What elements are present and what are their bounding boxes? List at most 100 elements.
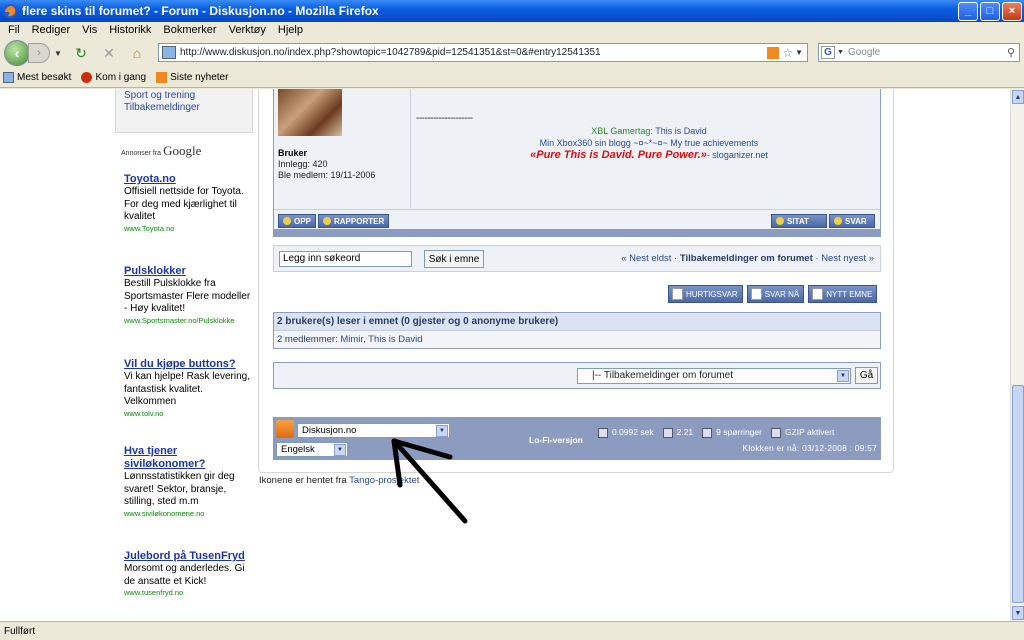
blog-link[interactable]: Min Xbox360 sin blogg ~¤~*~¤~ My true ac… bbox=[416, 137, 882, 149]
go-button[interactable]: Gå bbox=[855, 367, 878, 384]
topic-search-input[interactable]: Legg inn søkeord bbox=[279, 251, 412, 267]
menu-bokmerker[interactable]: Bokmerker bbox=[157, 24, 222, 36]
ad-url[interactable]: www.tolv.no bbox=[124, 409, 254, 419]
menu-historikk[interactable]: Historikk bbox=[103, 24, 157, 36]
menu-hjelp[interactable]: Hjelp bbox=[272, 24, 309, 36]
ad-title-link[interactable]: Julebord på TusenFryd bbox=[124, 550, 254, 563]
bookmark-getting-started[interactable]: Kom i gang bbox=[81, 72, 146, 83]
query-count: 9 spørringer bbox=[702, 427, 762, 438]
sidebar-link-feedback[interactable]: Tilbakemeldinger bbox=[124, 102, 252, 114]
ad-title-link[interactable]: Vil du kjøpe buttons? bbox=[124, 358, 254, 371]
address-bar[interactable]: http://www.diskusjon.no/index.php?showto… bbox=[158, 43, 808, 62]
search-placeholder[interactable]: Google bbox=[848, 47, 1007, 58]
scroll-down-icon[interactable]: ▼ bbox=[1012, 606, 1024, 620]
report-button[interactable]: RAPPORTER bbox=[318, 214, 390, 228]
back-button[interactable]: ‹ bbox=[4, 40, 30, 66]
search-icon[interactable]: ⚲ bbox=[1007, 46, 1015, 59]
forum-jump-row: |-- Tilbakemeldinger om forumet ▼ Gå bbox=[273, 362, 881, 389]
reply-now-button[interactable]: SVAR NÅ bbox=[746, 285, 805, 303]
post-footer: OPP RAPPORTER SITAT SVAR bbox=[274, 209, 880, 229]
ad-url[interactable]: www.Sportsmaster.no/Pulsklokke bbox=[124, 316, 254, 326]
title-bar: flere skins til forumet? - Forum - Disku… bbox=[0, 0, 1024, 22]
menu-bar: Fil Rediger Vis Historikk Bokmerker Verk… bbox=[0, 22, 1024, 38]
engine-dropdown-icon[interactable]: ▼ bbox=[837, 49, 844, 56]
forum-clock: Klokken er nå: 03/12-2008 : 09:57 bbox=[742, 443, 877, 453]
sloganizer-link[interactable]: - sloganizer.net bbox=[707, 150, 768, 160]
ad-description: Lønnsstatistikken gir deg svaret! Sektor… bbox=[124, 471, 235, 507]
server-icon bbox=[662, 427, 673, 438]
forum-link[interactable]: Tilbakemeldinger om forumet bbox=[680, 253, 813, 264]
bookmark-latest-news[interactable]: Siste nyheter bbox=[156, 72, 228, 83]
home-icon[interactable]: ⌂ bbox=[126, 42, 148, 64]
bookmarks-toolbar: Mest besøkt Kom i gang Siste nyheter bbox=[0, 68, 1024, 88]
scroll-up-icon[interactable]: ▲ bbox=[1012, 90, 1024, 104]
bookmark-most-visited[interactable]: Mest besøkt bbox=[3, 72, 71, 83]
topic-actions: HURTIGSVAR SVAR NÅ NYTT EMNE bbox=[668, 285, 878, 303]
rss-feed-icon[interactable] bbox=[767, 46, 780, 59]
topic-search-button[interactable]: Søk i emne bbox=[424, 250, 484, 268]
search-bar[interactable]: G ▼ Google ⚲ bbox=[818, 43, 1020, 62]
menu-verktoy[interactable]: Verktøy bbox=[223, 24, 272, 36]
ad-item: Julebord på TusenFryd Morsomt og anderle… bbox=[124, 550, 254, 598]
up-button[interactable]: OPP bbox=[278, 214, 316, 228]
reply-icon bbox=[750, 288, 762, 300]
report-icon bbox=[323, 217, 331, 225]
menu-rediger[interactable]: Rediger bbox=[26, 24, 77, 36]
menu-fil[interactable]: Fil bbox=[2, 24, 26, 36]
stop-icon[interactable]: ✕ bbox=[98, 42, 120, 64]
ad-url[interactable]: www.tusenfryd.no bbox=[124, 588, 254, 598]
ad-title-link[interactable]: Hva tjener siviløkonomer? bbox=[124, 445, 254, 471]
history-dropdown-icon[interactable]: ▼ bbox=[54, 49, 64, 58]
firefox-bookmark-icon bbox=[81, 72, 93, 83]
quick-reply-icon bbox=[672, 288, 683, 300]
forward-button[interactable]: › bbox=[28, 43, 50, 63]
reply-button[interactable]: SVAR bbox=[829, 214, 875, 228]
url-text[interactable]: http://www.diskusjon.no/index.php?showto… bbox=[180, 47, 767, 58]
chevron-down-icon[interactable]: ▼ bbox=[334, 444, 346, 456]
reload-icon[interactable]: ↻ bbox=[70, 42, 92, 64]
vertical-scrollbar[interactable]: ▲ ▼ bbox=[1010, 89, 1024, 621]
maximize-button[interactable]: □ bbox=[980, 1, 1000, 21]
google-engine-icon[interactable]: G bbox=[821, 46, 835, 59]
topic-navigation: « Nest eldst · Tilbakemeldinger om forum… bbox=[621, 253, 874, 264]
ad-item: Pulsklokker Bestill Pulsklokke fra Sport… bbox=[124, 265, 254, 326]
up-arrow-icon bbox=[283, 217, 291, 225]
member-link[interactable]: This is David bbox=[368, 334, 422, 345]
rss-icon[interactable] bbox=[276, 420, 294, 438]
poster-stats: Innlegg: 420 Ble medlem: 19/11-2006 bbox=[278, 159, 375, 181]
bookmark-star-icon[interactable]: ☆ bbox=[782, 46, 793, 60]
readers-members: 2 medlemmer: Mimir, This is David bbox=[277, 334, 423, 345]
quick-reply-button[interactable]: HURTIGSVAR bbox=[668, 285, 743, 303]
quote-button[interactable]: SITAT bbox=[771, 214, 827, 228]
window-title: flere skins til forumet? - Forum - Disku… bbox=[22, 4, 379, 18]
url-dropdown-icon[interactable]: ▼ bbox=[795, 48, 803, 57]
gamertag-link[interactable]: This is David bbox=[655, 126, 707, 136]
signature: XBL Gamertag: This is David Min Xbox360 … bbox=[416, 125, 882, 161]
new-topic-button[interactable]: NYTT EMNE bbox=[808, 285, 878, 303]
ad-url[interactable]: www.Toyota.no bbox=[124, 224, 254, 234]
scroll-thumb[interactable] bbox=[1012, 385, 1024, 603]
sidebar-link-sport[interactable]: Sport og trening bbox=[124, 90, 252, 102]
lofi-link[interactable]: Lo-Fi-versjon bbox=[529, 435, 583, 445]
menu-vis[interactable]: Vis bbox=[76, 24, 103, 36]
prev-topic-link[interactable]: « Nest eldst bbox=[621, 253, 671, 264]
ad-item: Hva tjener siviløkonomer? Lønnsstatistik… bbox=[124, 445, 254, 519]
close-button[interactable]: × bbox=[1002, 1, 1022, 21]
annotation-arrow-icon bbox=[391, 438, 468, 524]
next-topic-link[interactable]: Nest nyest » bbox=[821, 253, 874, 264]
active-readers-box: 2 brukere(s) leser i emnet (0 gjester og… bbox=[273, 312, 881, 349]
ad-description: Bestill Pulsklokke fra Sportsmaster Fler… bbox=[124, 278, 251, 314]
forum-jump-select[interactable]: |-- Tilbakemeldinger om forumet ▼ bbox=[577, 368, 851, 384]
ad-title-link[interactable]: Pulsklokker bbox=[124, 265, 254, 278]
poster-member-since: Ble medlem: 19/11-2006 bbox=[278, 170, 376, 180]
google-logo: Google bbox=[163, 143, 202, 158]
status-bar: Fullført bbox=[0, 621, 1024, 640]
ad-title-link[interactable]: Toyota.no bbox=[124, 173, 254, 186]
minimize-button[interactable]: _ bbox=[958, 1, 978, 21]
ad-url[interactable]: www.siviløkonomene.no bbox=[124, 509, 254, 519]
ad-item: Toyota.no Offisiell nettside for Toyota.… bbox=[124, 173, 254, 234]
ad-description: Morsomt og anderledes. Gi de ansatte et … bbox=[124, 563, 245, 587]
language-select[interactable]: Engelsk ▼ bbox=[276, 442, 348, 457]
member-link[interactable]: Mimir bbox=[340, 334, 363, 345]
chevron-down-icon[interactable]: ▼ bbox=[837, 370, 849, 382]
